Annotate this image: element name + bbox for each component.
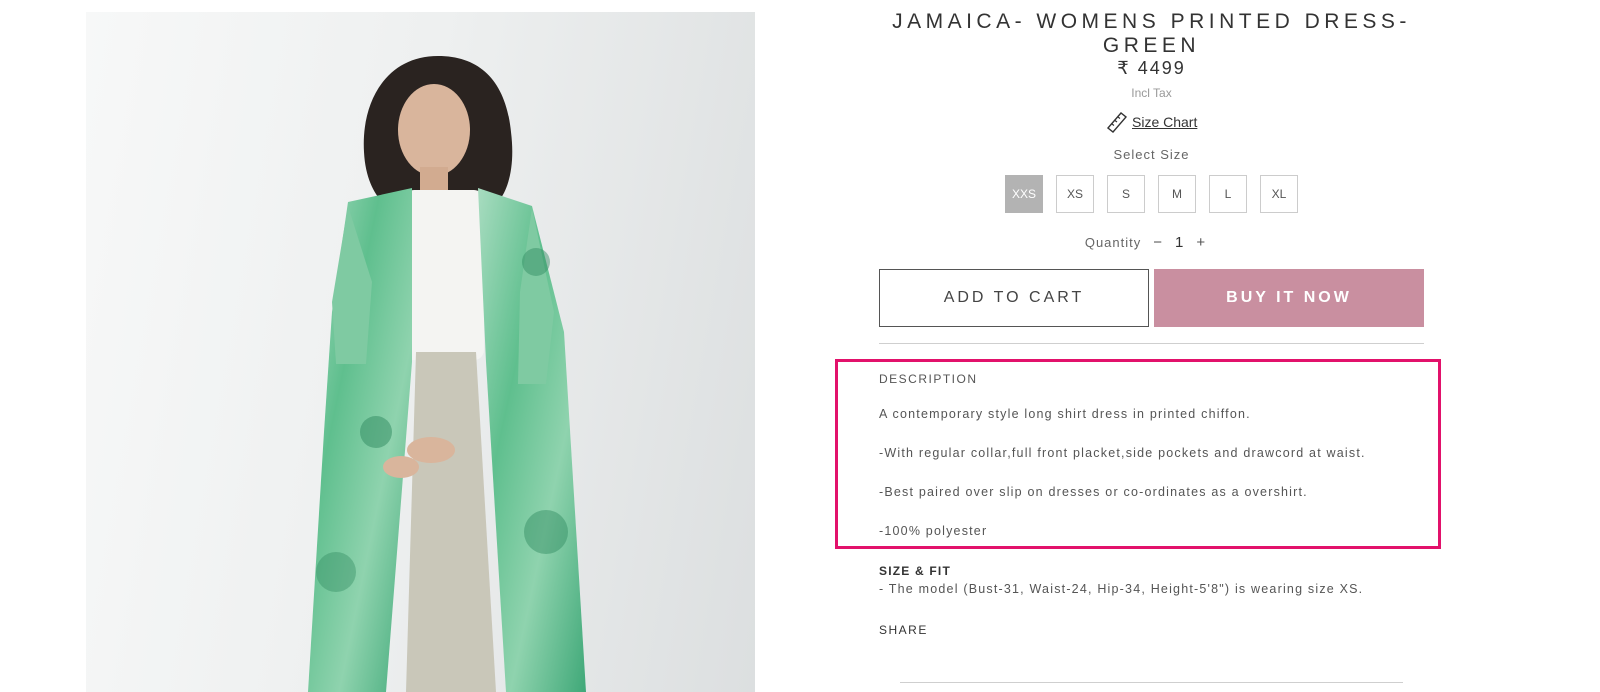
size-option-xxs[interactable]: XXS bbox=[1005, 175, 1043, 213]
divider bbox=[879, 343, 1424, 344]
select-size-label: Select Size bbox=[1113, 147, 1190, 162]
product-price: ₹ 4499 bbox=[1117, 58, 1186, 78]
description-heading: DESCRIPTION bbox=[879, 372, 978, 386]
add-to-cart-button[interactable]: ADD TO CART bbox=[879, 269, 1149, 327]
description-line: A contemporary style long shirt dress in… bbox=[879, 407, 1251, 421]
ruler-icon bbox=[1106, 112, 1128, 133]
size-fit-heading: SIZE & FIT bbox=[879, 564, 951, 578]
size-fit-text: - The model (Bust-31, Waist-24, Hip-34, … bbox=[879, 582, 1364, 596]
size-chart-label: Size Chart bbox=[1132, 114, 1198, 130]
quantity-value[interactable]: 1 bbox=[1175, 234, 1184, 251]
tax-note: Incl Tax bbox=[1131, 86, 1172, 100]
quantity-decrease-button[interactable]: − bbox=[1153, 234, 1163, 251]
buy-it-now-button[interactable]: BUY IT NOW bbox=[1154, 269, 1424, 327]
size-option-xl[interactable]: XL bbox=[1260, 175, 1298, 213]
quantity-stepper: Quantity − 1 + bbox=[879, 234, 1424, 251]
size-chart-link[interactable]: Size Chart bbox=[1104, 110, 1197, 134]
product-image[interactable] bbox=[86, 12, 755, 692]
share-link[interactable]: SHARE bbox=[879, 623, 928, 637]
description-line: -100% polyester bbox=[879, 524, 988, 538]
size-option-l[interactable]: L bbox=[1209, 175, 1247, 213]
bottom-divider bbox=[900, 682, 1403, 683]
size-option-m[interactable]: M bbox=[1158, 175, 1196, 213]
size-options: XXS XS S M L XL bbox=[879, 175, 1424, 213]
size-option-s[interactable]: S bbox=[1107, 175, 1145, 213]
size-option-xs[interactable]: XS bbox=[1056, 175, 1094, 213]
product-title: JAMAICA- WOMENS PRINTED DRESS-GREEN bbox=[892, 10, 1411, 57]
quantity-increase-button[interactable]: + bbox=[1196, 234, 1206, 251]
description-line: -Best paired over slip on dresses or co-… bbox=[879, 485, 1308, 499]
description-line: -With regular collar,full front placket,… bbox=[879, 446, 1366, 460]
model-illustration bbox=[308, 56, 586, 692]
quantity-label: Quantity bbox=[1084, 235, 1142, 250]
